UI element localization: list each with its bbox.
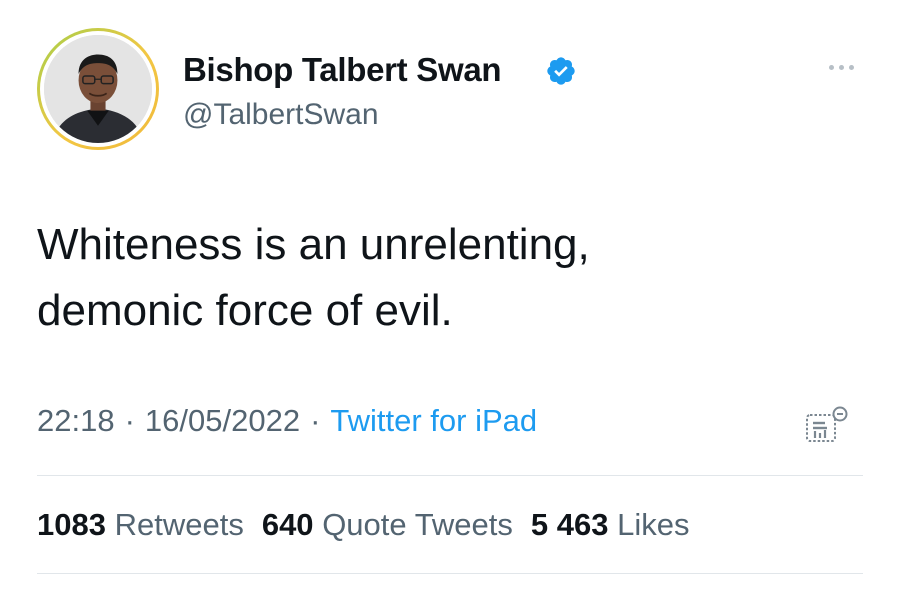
author-display-name[interactable]: Bishop Talbert Swan [183, 50, 502, 90]
likes-label: Likes [617, 507, 690, 542]
quote-tweets-count: 640 [261, 507, 314, 542]
tweet-meta: 22:18 · 16/05/2022 · Twitter for iPad [37, 400, 537, 442]
divider [37, 475, 863, 476]
author-avatar[interactable] [37, 28, 159, 150]
author-handle[interactable]: @TalbertSwan [183, 96, 379, 134]
tweet-analytics-icon[interactable] [803, 405, 849, 443]
tweet-time[interactable]: 22:18 [37, 403, 115, 438]
likes-count: 5 463 [530, 507, 609, 542]
quote-tweets-stat[interactable]: 640 Quote Tweets [262, 507, 513, 542]
more-dot [828, 64, 834, 70]
avatar-ring-gap [40, 31, 156, 147]
retweets-count: 1083 [37, 507, 106, 542]
meta-separator: · [124, 403, 135, 438]
tweet-text: Whiteness is an unrelenting, demonic for… [37, 220, 590, 335]
quote-tweets-label: Quote Tweets [322, 507, 513, 542]
tweet-date[interactable]: 16/05/2022 [145, 403, 300, 438]
retweets-stat[interactable]: 1083 Retweets [37, 507, 244, 542]
avatar-photo [44, 35, 152, 143]
more-dot [838, 64, 844, 70]
divider [37, 573, 863, 574]
avatar-portrait-image [44, 35, 152, 143]
tweet-source-link[interactable]: Twitter for iPad [330, 403, 537, 438]
more-options-icon[interactable] [824, 60, 858, 74]
likes-stat[interactable]: 5 463 Likes [531, 507, 690, 542]
retweets-label: Retweets [114, 507, 244, 542]
verified-badge-icon [547, 57, 575, 85]
meta-separator: · [310, 403, 321, 438]
tweet-stats: 1083 Retweets 640 Quote Tweets 5 463 Likes [37, 504, 707, 546]
more-dot [848, 64, 854, 70]
